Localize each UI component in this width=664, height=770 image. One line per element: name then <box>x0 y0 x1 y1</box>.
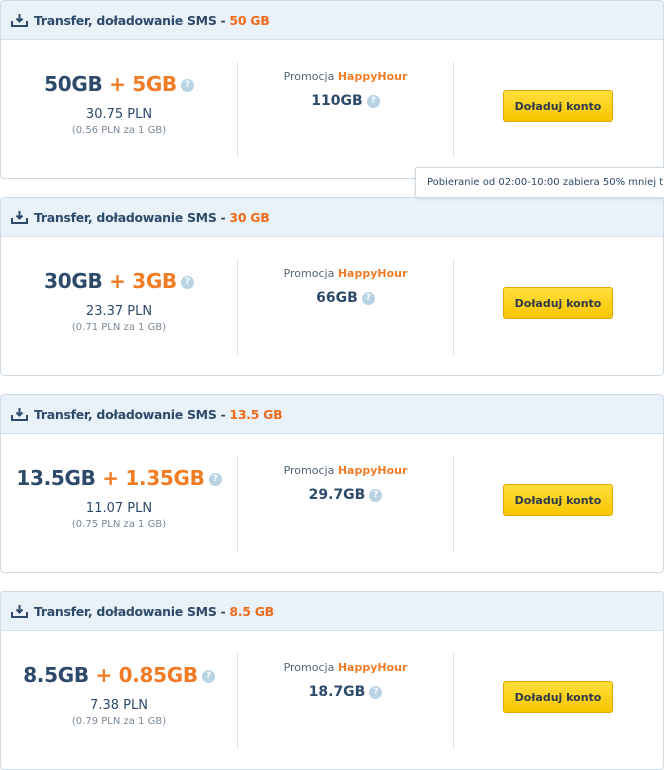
card-header: Transfer, doładowanie SMS - 13.5 GB <box>1 395 663 434</box>
card-title: Transfer, doładowanie SMS <box>34 406 217 422</box>
promo-label: Promocja <box>283 661 335 674</box>
action-section: Doładuj konto <box>454 631 663 769</box>
price-per-gb: (0.56 PLN za 1 GB) <box>71 125 167 136</box>
top-up-button[interactable]: Doładuj konto <box>503 287 613 319</box>
action-section: Doładuj konto <box>454 237 663 375</box>
plus-sign: + <box>102 466 119 490</box>
promo-amount: 18.7GB <box>308 684 366 700</box>
promo-name: HappyHour <box>337 267 408 280</box>
offer-details: 13.5GB + 1.35GB? 11.07 PLN (0.75 PLN za … <box>1 434 237 572</box>
action-section: Doładuj konto <box>454 40 663 178</box>
title-separator: - <box>220 603 226 619</box>
promo-label: Promocja <box>283 70 335 83</box>
promo-section: Promocja HappyHour 66GB? <box>238 237 453 375</box>
price: 11.07 PLN <box>85 501 153 516</box>
transfer-amount: 50GB + 5GB? <box>1 72 237 96</box>
help-icon[interactable]: ? <box>180 79 194 92</box>
title-separator: - <box>220 406 226 422</box>
package-size: 13.5 GB <box>229 406 283 422</box>
plus-sign: + <box>95 663 112 687</box>
help-icon[interactable]: ? <box>201 670 215 683</box>
price-per-gb: (0.71 PLN za 1 GB) <box>71 322 167 333</box>
offer-card-30gb: Transfer, doładowanie SMS - 30 GB 30GB +… <box>0 197 664 376</box>
package-size: 30 GB <box>229 209 270 225</box>
promo-label: Promocja <box>283 267 335 280</box>
promo-amount: 110GB <box>311 93 363 109</box>
promo-label: Promocja <box>283 464 335 477</box>
package-size: 50 GB <box>229 12 270 28</box>
bonus-amount: 3GB <box>132 269 177 293</box>
promo-amount: 66GB <box>316 290 358 306</box>
offer-card-8-5gb: Transfer, doładowanie SMS - 8.5 GB 8.5GB… <box>0 591 664 770</box>
promo-section: Promocja HappyHour 110GB? <box>238 40 453 178</box>
price-per-gb: (0.75 PLN za 1 GB) <box>71 519 167 530</box>
card-title: Transfer, doładowanie SMS <box>34 603 217 619</box>
help-icon[interactable]: ? <box>180 276 194 289</box>
base-amount: 30GB <box>44 269 103 293</box>
bonus-amount: 5GB <box>132 72 177 96</box>
promo-name: HappyHour <box>337 661 408 674</box>
title-separator: - <box>220 12 226 28</box>
action-section: Doładuj konto <box>454 434 663 572</box>
bonus-amount: 0.85GB <box>118 663 199 687</box>
base-amount: 13.5GB <box>16 466 96 490</box>
help-icon[interactable]: ? <box>366 94 380 108</box>
help-icon[interactable]: ? <box>208 473 222 486</box>
offer-card-50gb: Transfer, doładowanie SMS - 50 GB 50GB +… <box>0 0 664 179</box>
top-up-button[interactable]: Doładuj konto <box>503 90 613 122</box>
top-up-button[interactable]: Doładuj konto <box>503 681 613 713</box>
transfer-amount: 13.5GB + 1.35GB? <box>1 466 237 490</box>
promo-section: Promocja HappyHour 18.7GB? <box>238 631 453 769</box>
download-tray-icon <box>11 407 28 421</box>
card-header: Transfer, doładowanie SMS - 50 GB <box>1 1 663 40</box>
offer-details: 30GB + 3GB? 23.37 PLN (0.71 PLN za 1 GB) <box>1 237 237 375</box>
card-header: Transfer, doładowanie SMS - 30 GB <box>1 198 663 237</box>
card-title: Transfer, doładowanie SMS <box>34 12 217 28</box>
promo-section: Promocja HappyHour 29.7GB? <box>238 434 453 572</box>
card-header: Transfer, doładowanie SMS - 8.5 GB <box>1 592 663 631</box>
help-icon[interactable]: ? <box>369 685 383 699</box>
promo-name: HappyHour <box>337 70 408 83</box>
top-up-button[interactable]: Doładuj konto <box>503 484 613 516</box>
help-icon[interactable]: ? <box>361 291 375 305</box>
price: 7.38 PLN <box>90 698 148 713</box>
offer-card-13-5gb: Transfer, doładowanie SMS - 13.5 GB 13.5… <box>0 394 664 573</box>
bonus-amount: 1.35GB <box>125 466 205 490</box>
plus-sign: + <box>109 269 126 293</box>
price-per-gb: (0.79 PLN za 1 GB) <box>71 716 167 727</box>
offer-details: 8.5GB + 0.85GB? 7.38 PLN (0.79 PLN za 1 … <box>1 631 237 769</box>
card-title: Transfer, doładowanie SMS <box>34 209 217 225</box>
plus-sign: + <box>109 72 126 96</box>
package-size: 8.5 GB <box>229 603 274 619</box>
transfer-amount: 30GB + 3GB? <box>1 269 237 293</box>
download-tray-icon <box>11 13 28 27</box>
base-amount: 8.5GB <box>23 663 89 687</box>
promo-name: HappyHour <box>337 464 408 477</box>
download-tray-icon <box>11 210 28 224</box>
download-tray-icon <box>11 604 28 618</box>
happyhour-tooltip: Pobieranie od 02:00-10:00 zabiera 50% mn… <box>415 167 664 198</box>
title-separator: - <box>220 209 226 225</box>
base-amount: 50GB <box>44 72 103 96</box>
promo-amount: 29.7GB <box>308 487 366 503</box>
price: 30.75 PLN <box>85 107 153 122</box>
transfer-amount: 8.5GB + 0.85GB? <box>1 663 237 687</box>
help-icon[interactable]: ? <box>369 488 383 502</box>
price: 23.37 PLN <box>85 304 153 319</box>
offer-details: 50GB + 5GB? 30.75 PLN (0.56 PLN za 1 GB) <box>1 40 237 178</box>
